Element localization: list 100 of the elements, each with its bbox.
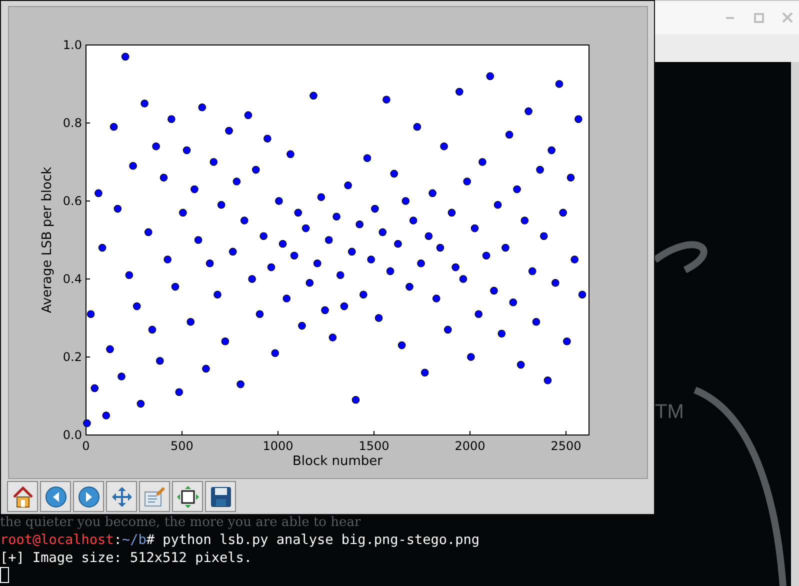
data-point <box>555 80 564 88</box>
data-point <box>206 260 214 268</box>
wallpaper-slogan: the quieter you become, the more you are able to hear <box>0 515 361 530</box>
data-point <box>271 349 279 357</box>
pan-button[interactable] <box>106 481 137 512</box>
data-point <box>467 353 475 361</box>
data-point <box>225 126 233 135</box>
data-point <box>198 104 206 112</box>
data-point <box>417 260 425 268</box>
data-point <box>494 201 502 209</box>
data-point <box>516 360 525 369</box>
data-point <box>420 368 429 376</box>
x-tick-label: 1000 <box>262 439 294 453</box>
y-tick-label: 0.8 <box>62 116 82 130</box>
data-point <box>114 204 122 213</box>
data-point <box>336 271 344 279</box>
x-tick-label: 2500 <box>550 439 582 453</box>
data-point <box>548 146 556 154</box>
data-point <box>528 267 536 276</box>
data-point <box>474 310 482 318</box>
data-point <box>459 275 468 283</box>
data-point <box>374 314 383 322</box>
data-point <box>502 244 510 252</box>
data-point <box>578 290 586 298</box>
data-point <box>452 263 460 272</box>
prompt-separator: : <box>114 531 122 549</box>
data-point <box>217 201 226 209</box>
data-point <box>171 282 180 291</box>
data-point <box>132 302 141 310</box>
data-point <box>275 197 283 205</box>
zoom-button[interactable] <box>172 481 203 512</box>
y-axis-label: Average LSB per block <box>40 166 55 314</box>
data-point <box>264 134 272 142</box>
data-point <box>83 419 91 428</box>
data-point <box>152 142 160 150</box>
data-point <box>398 341 406 350</box>
data-point <box>456 88 464 96</box>
data-point <box>186 318 195 326</box>
data-point <box>221 338 230 346</box>
data-point <box>406 282 414 291</box>
save-button[interactable] <box>205 481 236 512</box>
data-point <box>317 193 326 201</box>
data-point <box>302 224 310 232</box>
forward-button[interactable] <box>73 481 104 512</box>
data-point <box>409 216 418 224</box>
x-tick-label: 1500 <box>358 439 390 453</box>
y-tick-label: 0.2 <box>62 350 82 364</box>
data-point <box>102 412 110 420</box>
data-point <box>298 322 306 330</box>
move-arrows-icon <box>110 484 134 508</box>
data-point <box>210 158 218 166</box>
data-point <box>240 216 248 224</box>
house-icon <box>10 484 34 508</box>
data-point <box>367 256 375 264</box>
data-point <box>463 178 471 186</box>
data-point <box>520 216 529 224</box>
data-point <box>509 298 518 306</box>
data-point <box>286 150 294 158</box>
data-point <box>352 396 360 404</box>
terminal-command: # python lsb.py analyse big.png-stego.png <box>146 531 480 549</box>
data-point <box>290 252 298 260</box>
data-point <box>144 228 152 236</box>
data-point <box>190 185 198 194</box>
data-point <box>413 123 422 131</box>
document-pencil-icon <box>142 484 166 508</box>
data-point <box>282 294 291 302</box>
data-point <box>248 275 256 283</box>
frame-arrows-icon <box>176 484 200 508</box>
data-point <box>294 208 302 217</box>
data-point <box>252 166 260 174</box>
data-point <box>574 115 582 123</box>
data-point <box>563 338 571 346</box>
data-point <box>140 100 148 108</box>
back-button[interactable] <box>40 481 71 512</box>
data-point <box>490 286 498 295</box>
terminal-cursor <box>0 567 9 583</box>
data-point <box>540 232 548 240</box>
data-point <box>121 52 130 61</box>
data-point <box>482 252 490 260</box>
data-point <box>278 240 287 248</box>
data-point <box>478 158 486 166</box>
data-point <box>106 345 114 354</box>
data-point <box>256 310 264 318</box>
data-point <box>202 364 210 373</box>
data-point <box>378 228 387 236</box>
data-point <box>168 115 176 123</box>
data-point <box>182 146 191 154</box>
home-button[interactable] <box>7 481 38 512</box>
data-point <box>356 220 364 228</box>
data-point <box>236 380 244 388</box>
data-point <box>382 96 390 104</box>
prompt-user: root@localhost <box>0 531 114 549</box>
data-point <box>428 189 436 198</box>
data-point <box>486 72 494 80</box>
data-point <box>310 92 318 100</box>
data-point <box>156 357 164 365</box>
data-point <box>214 290 222 298</box>
data-point <box>559 208 567 217</box>
data-point <box>566 174 575 182</box>
data-point <box>332 212 340 220</box>
